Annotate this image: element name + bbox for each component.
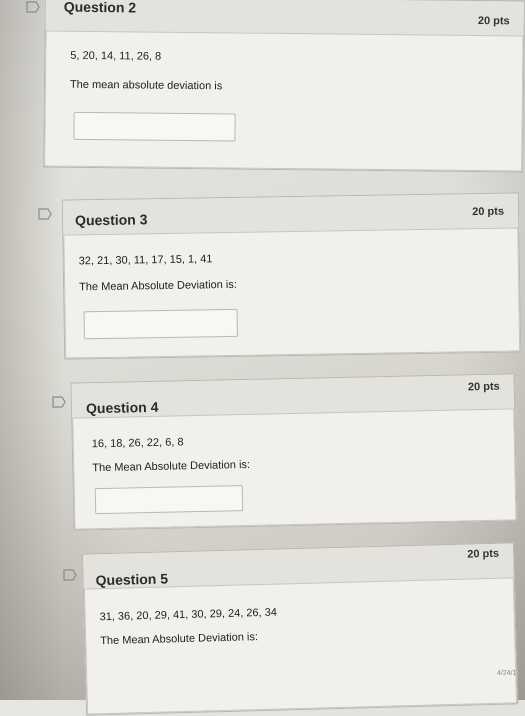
question-3-panel: Question 3 20 pts 32, 21, 30, 11, 17, 15… xyxy=(61,192,522,360)
flag-icon[interactable] xyxy=(38,207,52,220)
footer-date: 4/24/1 xyxy=(497,670,517,677)
question-3-body: 32, 21, 30, 11, 17, 15, 1, 41 The Mean A… xyxy=(63,227,521,359)
question-2-prompt: The mean absolute deviation is xyxy=(69,78,223,93)
flag-icon[interactable] xyxy=(63,568,77,581)
question-4-panel: Question 4 20 pts 16, 18, 26, 22, 6, 8 T… xyxy=(70,373,518,531)
question-5-panel: Question 5 20 pts 31, 36, 20, 29, 41, 30… xyxy=(81,542,519,716)
question-5-points: 20 pts xyxy=(467,547,500,561)
question-3-numbers: 32, 21, 30, 11, 17, 15, 1, 41 xyxy=(78,253,213,268)
question-5-title: Question 5 xyxy=(95,570,169,589)
question-4-answer-input[interactable] xyxy=(94,485,244,515)
question-3-points: 20 pts xyxy=(472,205,505,219)
question-5-body: 31, 36, 20, 29, 41, 30, 29, 24, 26, 34 T… xyxy=(83,577,518,715)
question-2-body: 5, 20, 14, 11, 26, 8 The mean absolute d… xyxy=(44,30,524,172)
question-2-answer-input[interactable] xyxy=(73,111,236,142)
question-4-numbers: 16, 18, 26, 22, 6, 8 xyxy=(91,436,184,451)
question-2-panel: Question 2 20 pts 5, 20, 14, 11, 26, 8 T… xyxy=(43,0,525,173)
question-4-title: Question 4 xyxy=(85,398,159,417)
question-4-body: 16, 18, 26, 22, 6, 8 The Mean Absolute D… xyxy=(72,408,517,530)
question-2-title: Question 2 xyxy=(63,0,137,16)
question-5-prompt: The Mean Absolute Deviation is: xyxy=(100,631,259,648)
question-5-numbers: 31, 36, 20, 29, 41, 30, 29, 24, 26, 34 xyxy=(99,606,278,624)
question-2-points: 20 pts xyxy=(477,15,510,28)
question-3-prompt: The Mean Absolute Deviation is: xyxy=(79,278,237,294)
question-4-prompt: The Mean Absolute Deviation is: xyxy=(92,458,251,475)
question-3-answer-input[interactable] xyxy=(83,308,238,340)
question-3-title: Question 3 xyxy=(74,211,148,229)
question-4-points: 20 pts xyxy=(467,380,500,394)
flag-icon[interactable] xyxy=(52,395,66,408)
question-2-numbers: 5, 20, 14, 11, 26, 8 xyxy=(70,49,162,63)
flag-icon[interactable] xyxy=(26,0,40,13)
